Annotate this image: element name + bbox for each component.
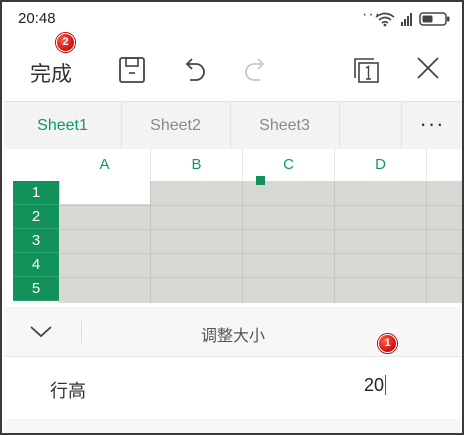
status-bar: 20:48 ···	[6, 6, 460, 32]
grid-line	[59, 229, 462, 230]
grid-line	[59, 253, 462, 254]
text-caret	[385, 375, 386, 395]
status-icons	[374, 11, 452, 32]
spreadsheet-grid[interactable]: A B C D 1 2 3 4 5	[4, 149, 462, 307]
close-icon[interactable]	[416, 56, 440, 85]
row-header-3[interactable]: 3	[13, 229, 59, 253]
save-icon[interactable]	[118, 56, 146, 89]
row-header-2[interactable]: 2	[13, 205, 59, 229]
row-header-5[interactable]: 5	[13, 277, 59, 301]
done-button[interactable]: 完成	[30, 58, 72, 88]
sheet-switch-icon[interactable]	[352, 56, 380, 89]
redo-icon[interactable]	[242, 56, 270, 89]
grid-line	[59, 277, 462, 278]
app-screen: 20:48 ··· 完成 2 Sheet1 Sheet2 Sheet3 ··· …	[0, 0, 464, 435]
wifi-icon	[375, 12, 395, 27]
grid-line	[334, 181, 335, 303]
grid-line	[59, 205, 462, 206]
resize-panel: 调整大小 行高	[4, 307, 462, 433]
row-header-1[interactable]: 1	[13, 181, 59, 205]
undo-icon[interactable]	[180, 56, 208, 89]
battery-icon	[419, 12, 450, 26]
bottom-strip	[4, 419, 462, 433]
row-height-input[interactable]	[304, 374, 384, 396]
tab-empty[interactable]	[339, 102, 402, 150]
selection-resize-handle[interactable]	[256, 176, 265, 185]
active-cell-a1[interactable]	[60, 181, 150, 204]
signal-icon	[401, 13, 412, 26]
selected-rows-area[interactable]	[59, 181, 462, 303]
row-height-label: 行高	[50, 381, 86, 401]
tab-sheet3[interactable]: Sheet3	[230, 102, 340, 150]
more-tabs-button[interactable]: ···	[402, 102, 462, 150]
tab-sheet1[interactable]: Sheet1	[4, 102, 122, 150]
grid-line	[242, 181, 243, 303]
status-time: 20:48	[18, 10, 56, 27]
grid-line	[150, 181, 151, 303]
tab-sheet2[interactable]: Sheet2	[121, 102, 231, 150]
row-height-row: 行高	[4, 357, 462, 420]
step-badge-1: 1	[378, 334, 397, 353]
sheet-tabs: Sheet1 Sheet2 Sheet3 ···	[4, 101, 462, 151]
step-badge-2: 2	[56, 33, 75, 52]
column-header-b[interactable]: B	[151, 149, 243, 180]
grid-line	[426, 181, 427, 303]
column-header-a[interactable]: A	[59, 149, 151, 180]
row-header-4[interactable]: 4	[13, 253, 59, 277]
column-header-d[interactable]: D	[335, 149, 427, 180]
status-icons-svg	[375, 12, 450, 27]
